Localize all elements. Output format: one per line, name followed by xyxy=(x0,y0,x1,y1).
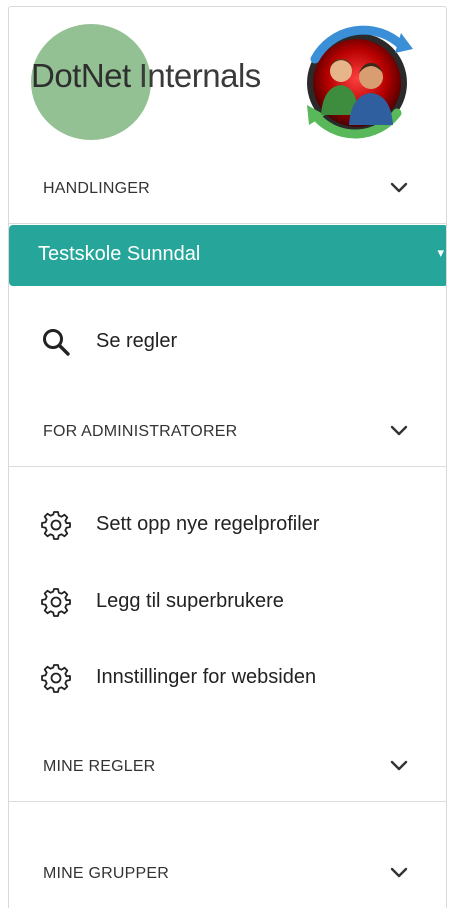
sidebar-panel: DotNet Internals HANDLINGER Testskole Su… xyxy=(8,6,447,908)
menu-item-superbrukere[interactable]: Legg til superbrukere xyxy=(9,577,446,625)
section-label-admin: FOR ADMINISTRATORER xyxy=(43,423,238,440)
divider xyxy=(9,801,446,802)
chevron-down-icon xyxy=(390,867,408,878)
section-header-mine-grupper[interactable]: MINE GRUPPER xyxy=(9,852,446,896)
gear-icon xyxy=(41,588,71,617)
school-dropdown[interactable]: Testskole Sunndal ▾ xyxy=(9,225,446,286)
menu-item-label: Se regler xyxy=(96,330,178,352)
chevron-down-icon xyxy=(390,425,408,436)
section-label-handlinger: HANDLINGER xyxy=(43,180,150,197)
menu-item-regelprofiler[interactable]: Sett opp nye regelprofiler xyxy=(9,500,446,548)
section-label-mine-regler: MINE REGLER xyxy=(43,758,156,775)
logo-text: DotNet Internals xyxy=(31,57,261,95)
divider xyxy=(9,466,446,467)
section-header-admin[interactable]: FOR ADMINISTRATORER xyxy=(9,410,446,454)
section-label-mine-grupper: MINE GRUPPER xyxy=(43,865,169,882)
chevron-down-icon xyxy=(390,182,408,193)
section-header-handlinger[interactable]: HANDLINGER xyxy=(9,167,446,211)
caret-down-icon: ▾ xyxy=(437,245,444,260)
logo-area[interactable]: DotNet Internals xyxy=(9,7,446,157)
chevron-down-icon xyxy=(390,760,408,771)
gear-icon xyxy=(41,664,71,693)
search-icon xyxy=(43,329,70,356)
logo-text-internals: Internals xyxy=(138,57,262,94)
divider xyxy=(9,223,446,224)
menu-item-label: Legg til superbrukere xyxy=(96,590,284,612)
gear-icon xyxy=(41,511,71,540)
section-header-mine-regler[interactable]: MINE REGLER xyxy=(9,745,446,789)
logo-text-dotnet: DotNet xyxy=(31,57,131,94)
users-logo-icon xyxy=(307,25,413,139)
school-label: Testskole Sunndal xyxy=(38,243,201,265)
menu-item-label: Innstillinger for websiden xyxy=(96,666,317,688)
menu-item-innstillinger[interactable]: Innstillinger for websiden xyxy=(9,653,446,701)
menu-item-label: Sett opp nye regelprofiler xyxy=(96,513,320,535)
menu-item-se-regler[interactable]: Se regler xyxy=(9,317,446,365)
